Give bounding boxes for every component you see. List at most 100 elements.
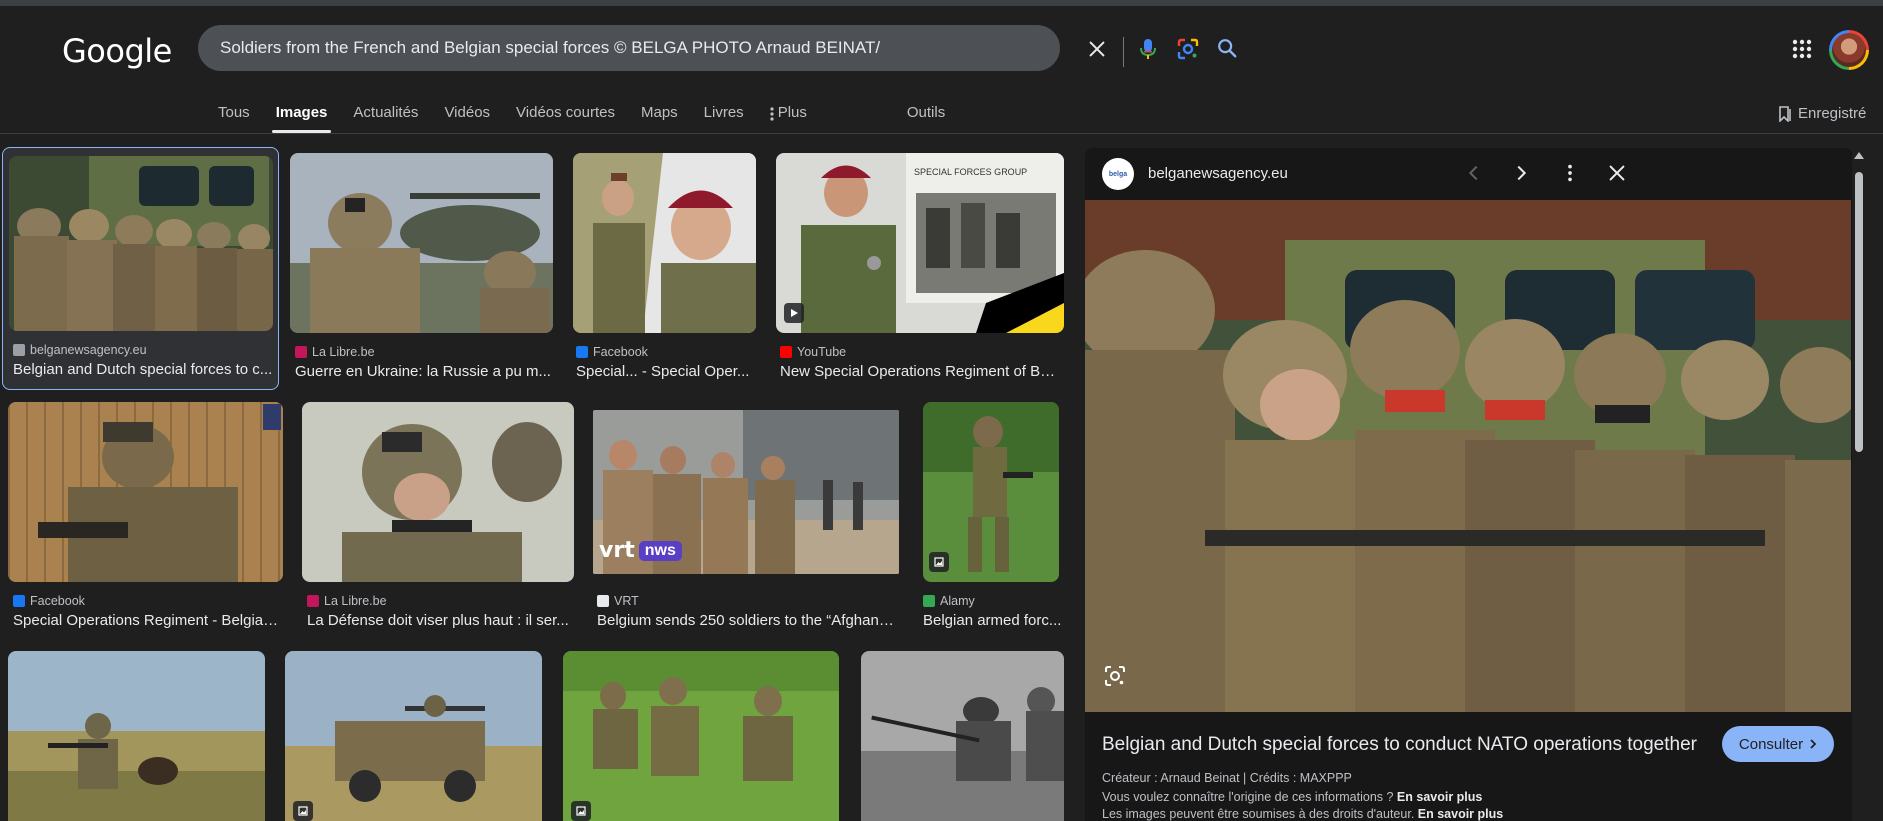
more-vert-icon[interactable]: [1559, 162, 1581, 189]
chevron-right-icon[interactable]: [1510, 162, 1532, 189]
result-card[interactable]: [285, 651, 543, 821]
result-title[interactable]: Belgium sends 250 soldiers to the “Afgha…: [597, 612, 897, 629]
result-source: belganewsagency.eu: [13, 343, 147, 357]
result-thumbnail[interactable]: [861, 651, 1064, 821]
image-icon: [576, 806, 586, 816]
result-card[interactable]: La Libre.be Guerre en Ukraine: la Russie…: [290, 153, 554, 385]
result-card[interactable]: [563, 651, 840, 821]
image-preview-panel: belga belganewsagency.eu Belgian and Dut…: [1085, 148, 1853, 821]
panel-scrollbar[interactable]: [1852, 148, 1866, 821]
google-logo[interactable]: Google: [62, 32, 172, 70]
site-favicon: [295, 346, 307, 358]
result-thumbnail[interactable]: [285, 651, 542, 821]
learn-more-link[interactable]: En savoir plus: [1418, 807, 1503, 821]
google-lens-icon[interactable]: [1176, 37, 1200, 66]
tab-outils[interactable]: Outils: [907, 104, 945, 132]
account-avatar[interactable]: [1829, 30, 1869, 70]
result-title[interactable]: Guerre en Ukraine: la Russie a pu m...: [295, 363, 553, 380]
microphone-icon[interactable]: [1138, 38, 1158, 65]
result-thumbnail[interactable]: [9, 156, 273, 331]
result-source: YouTube: [780, 345, 846, 359]
image-badge: [929, 552, 949, 572]
result-title[interactable]: New Special Operations Regiment of Bel..…: [780, 363, 1062, 380]
google-apps-icon[interactable]: [1792, 39, 1812, 64]
scrollbar-thumb[interactable]: [1855, 172, 1863, 452]
close-icon[interactable]: [1606, 162, 1628, 189]
result-title[interactable]: Special... - Special Oper...: [576, 363, 754, 380]
visit-button[interactable]: Consulter: [1722, 726, 1834, 762]
result-thumbnail[interactable]: [302, 402, 574, 582]
info-line: Vous voulez connaître l'origine de ces i…: [1102, 790, 1483, 804]
tab-videos[interactable]: Vidéos: [444, 104, 490, 132]
bookmark-icon: [1779, 105, 1791, 122]
site-favicon: [13, 344, 25, 356]
result-card[interactable]: [8, 651, 265, 821]
tab-images[interactable]: Images: [271, 104, 332, 133]
tab-livres[interactable]: Livres: [704, 104, 744, 132]
site-favicon: [13, 595, 25, 607]
result-thumbnail[interactable]: [573, 153, 756, 333]
result-thumbnail[interactable]: [8, 651, 265, 821]
preview-image[interactable]: [1085, 200, 1851, 712]
tab-plus-label: Plus: [777, 104, 807, 121]
result-thumbnail[interactable]: vrt nws: [593, 410, 899, 574]
result-title[interactable]: Belgian armed forc...: [923, 612, 1063, 629]
visit-button-label: Consulter: [1738, 735, 1804, 753]
result-thumbnail[interactable]: [290, 153, 553, 333]
result-title[interactable]: Belgian and Dutch special forces to c...: [13, 361, 275, 378]
vrt-logo-text: vrt: [599, 538, 635, 563]
rights-line: Les images peuvent être soumises à des d…: [1102, 807, 1504, 821]
result-thumbnail[interactable]: SPECIAL FORCES GROUP: [776, 153, 1064, 333]
result-card[interactable]: Facebook Special... - Special Oper...: [573, 153, 757, 385]
result-card[interactable]: vrt nws VRT Belgium sends 250 soldiers t…: [593, 402, 899, 634]
result-title[interactable]: La Défense doit viser plus haut : il ser…: [307, 612, 575, 629]
result-thumbnail[interactable]: [923, 402, 1059, 582]
more-vert-icon: [770, 107, 774, 121]
close-icon[interactable]: [1086, 38, 1108, 65]
panel-site-name[interactable]: belganewsagency.eu: [1148, 165, 1288, 182]
site-favicon: belga: [1102, 158, 1134, 190]
image-results-grid: belganewsagency.eu Belgian and Dutch spe…: [0, 145, 1070, 821]
saved-label: Enregistré: [1798, 105, 1867, 122]
result-card[interactable]: La Libre.be La Défense doit viser plus h…: [302, 402, 575, 634]
result-card[interactable]: SPECIAL FORCES GROUP YouTube New Special…: [776, 153, 1064, 385]
saved-button[interactable]: Enregistré: [1778, 105, 1866, 122]
search-icon[interactable]: [1216, 37, 1238, 64]
result-card[interactable]: Facebook Special Operations Regiment - B…: [8, 402, 284, 634]
result-card[interactable]: [861, 651, 1064, 821]
image-icon: [298, 806, 308, 816]
search-header: Google Soldiers from the French and Belg…: [0, 6, 1883, 134]
result-source: La Libre.be: [307, 594, 387, 608]
google-lens-icon[interactable]: [1103, 664, 1127, 693]
scroll-up-arrow-icon[interactable]: [1854, 152, 1864, 159]
result-source: Facebook: [13, 594, 85, 608]
tab-maps[interactable]: Maps: [641, 104, 678, 132]
result-title[interactable]: Special Operations Regiment - Belgian ..…: [13, 612, 283, 629]
result-source: Alamy: [923, 594, 975, 608]
search-tabs: Tous Images Actualités Vidéos Vidéos cou…: [218, 104, 971, 140]
image-icon: [934, 557, 944, 567]
result-thumbnail[interactable]: [563, 651, 839, 821]
site-favicon: [780, 346, 792, 358]
site-favicon: [923, 595, 935, 607]
panel-title[interactable]: Belgian and Dutch special forces to cond…: [1102, 734, 1697, 756]
tab-plus[interactable]: Plus: [770, 104, 807, 132]
result-card[interactable]: Alamy Belgian armed forc...: [920, 402, 1066, 634]
search-input[interactable]: Soldiers from the French and Belgian spe…: [220, 38, 880, 58]
tab-actualites[interactable]: Actualités: [353, 104, 418, 132]
result-card[interactable]: belganewsagency.eu Belgian and Dutch spe…: [2, 147, 279, 390]
search-box[interactable]: Soldiers from the French and Belgian spe…: [198, 25, 1237, 71]
result-thumbnail[interactable]: [8, 402, 283, 582]
special-forces-banner-text: SPECIAL FORCES GROUP: [914, 167, 1027, 177]
learn-more-link[interactable]: En savoir plus: [1397, 790, 1482, 804]
result-source: VRT: [597, 594, 639, 608]
result-source: Facebook: [576, 345, 648, 359]
nws-logo-text: nws: [638, 540, 682, 561]
vrt-nws-logo: vrt nws: [599, 538, 682, 563]
chevron-left-icon[interactable]: [1463, 162, 1485, 189]
site-favicon: [597, 595, 609, 607]
play-icon: [791, 309, 798, 317]
site-favicon: [307, 595, 319, 607]
tab-videos-courtes[interactable]: Vidéos courtes: [516, 104, 615, 132]
tab-tous[interactable]: Tous: [218, 104, 250, 132]
